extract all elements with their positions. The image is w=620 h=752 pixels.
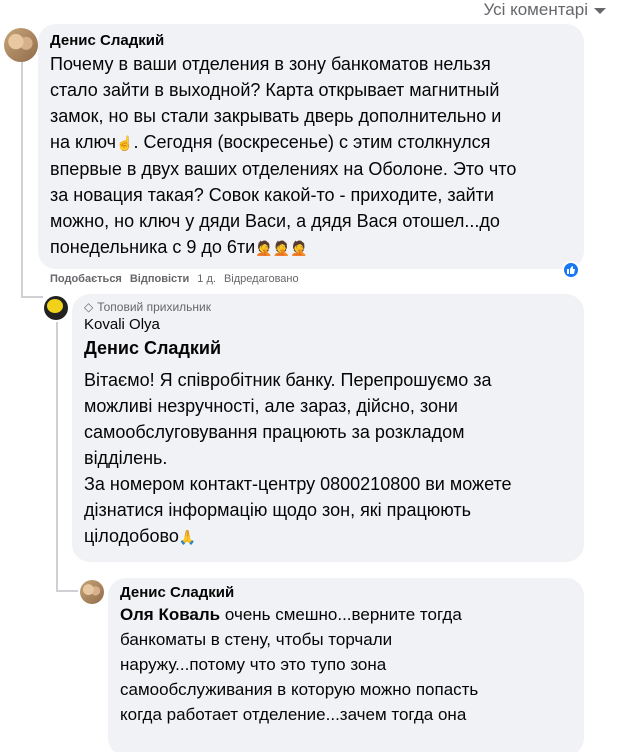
comment-line: понедельника с 9 до 6ти <box>50 237 256 257</box>
diamond-icon: ◇ <box>84 300 94 314</box>
comment-line: замок, но вы стали закрывать дверь допол… <box>50 106 502 126</box>
comment-author[interactable]: Денис Сладкий <box>120 584 572 601</box>
comment-line: банкоматы в стену, чтобы торчали <box>120 630 393 649</box>
reply-bubble: ◇ Топовий прихильник Kovali Olya Денис С… <box>72 294 584 562</box>
comment-line: можливі незручності, але зараз, дійсно, … <box>84 396 458 416</box>
comment-line: самообслуживания в которую можно попасть <box>120 680 479 699</box>
emoji: 🤦🤦🤦 <box>255 240 308 256</box>
mention-link[interactable]: Денис Сладкий <box>84 335 572 361</box>
comment-line: відділень. <box>84 448 168 468</box>
comment-actions: Подобається Відповісти 1 д. Відредагован… <box>50 273 299 285</box>
comment-text: Оля Коваль очень смешно...верните тогда … <box>120 602 572 727</box>
emoji: 🙏 <box>178 529 197 545</box>
caret-down-icon <box>594 8 606 14</box>
timestamp[interactable]: 1 д. <box>197 273 216 285</box>
comment-line: за новация такая? Совок какой-то - прихо… <box>50 185 494 205</box>
comment-author[interactable]: Kovali Olya <box>84 316 572 333</box>
thread-connector <box>21 56 23 296</box>
comment-line: Оля Коваль очень смешно...верните тогда <box>120 602 572 627</box>
comment-text: Почему в ваши отделения в зону банкомато… <box>50 51 572 261</box>
comment-line: очень смешно...верните тогда <box>224 605 462 624</box>
comment-line: За номером контакт-центру 0800210800 ви … <box>84 474 512 494</box>
comment-line: самообслуговування працюють за розкладом <box>84 422 465 442</box>
comment-line: стало зайти в выходной? Карта открывает … <box>50 80 500 100</box>
comment-line: наружу...потому что это тупо зона <box>120 655 387 674</box>
comment-line: цілодобово <box>84 526 179 546</box>
comment-line: на ключ <box>50 132 117 152</box>
emoji: ☝ <box>116 135 134 151</box>
comment-line: Почему в ваши отделения в зону банкомато… <box>50 54 491 74</box>
filter-label: Усі коментарі <box>483 0 588 19</box>
comment-author[interactable]: Денис Сладкий <box>50 32 572 49</box>
comment-line: на ключ☝. Сегодня (воскресенье) с этим с… <box>50 132 491 152</box>
thread-connector <box>56 590 78 592</box>
like-button[interactable]: Подобається <box>50 273 122 285</box>
comment-filter-dropdown[interactable]: Усі коментарі <box>483 0 606 20</box>
badge-label: Топовий прихильник <box>97 300 211 314</box>
comment-line: впервые в двух ваших отделениях на Оболо… <box>50 159 517 179</box>
edited-label: Відредаговано <box>223 273 299 285</box>
thread-connector <box>21 296 43 298</box>
comment-line: дізнатися інформацію щодо зон, які працю… <box>84 500 471 520</box>
comment-bubble: Денис Сладкий Почему в ваши отделения в … <box>38 24 584 269</box>
avatar[interactable] <box>80 580 104 604</box>
reply-bubble: Денис Сладкий Оля Коваль очень смешно...… <box>108 578 584 752</box>
like-reaction-icon[interactable] <box>562 261 580 279</box>
comment-line: Сегодня (воскресенье) с этим столкнулся <box>143 132 491 152</box>
avatar[interactable] <box>4 28 38 62</box>
reply-button[interactable]: Відповісти <box>130 273 189 285</box>
comment-line: понедельника с 9 до 6ти🤦🤦🤦 <box>50 234 572 261</box>
avatar[interactable] <box>44 296 68 320</box>
mention-link[interactable]: Оля Коваль <box>120 605 220 624</box>
comment-line: цілодобово🙏 <box>84 523 572 550</box>
top-fan-badge: ◇ Топовий прихильник <box>84 300 572 314</box>
comment-line: можно, но ключ у дяди Васи, а дядя Вася … <box>50 211 500 231</box>
thread-connector <box>56 322 58 590</box>
comment-line: когда работает отделение...зачем тогда о… <box>120 705 467 724</box>
comment-text: Денис Сладкий Вітаємо! Я співробітник ба… <box>84 335 572 550</box>
comment-line: Вітаємо! Я співробітник банку. Перепрошу… <box>84 370 492 390</box>
